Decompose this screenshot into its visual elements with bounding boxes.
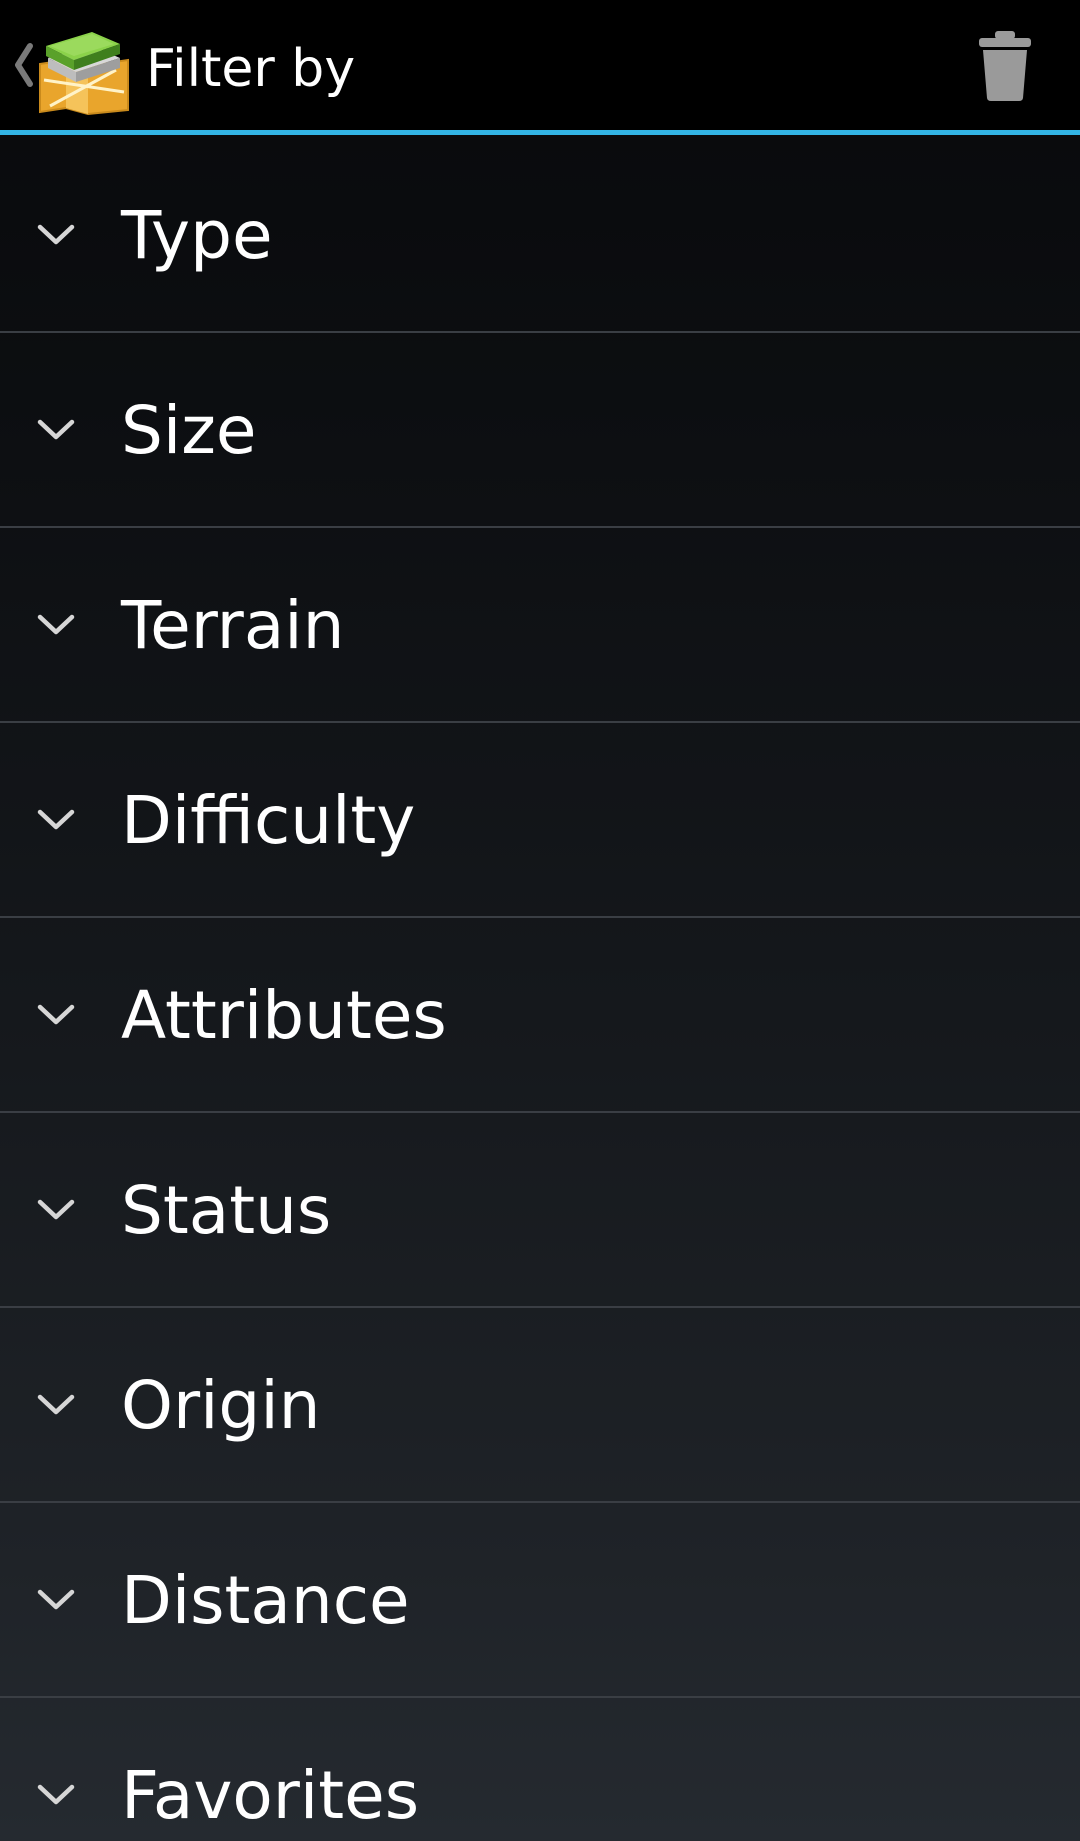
filter-item-attributes[interactable]: Attributes xyxy=(0,918,1080,1113)
filter-item-terrain[interactable]: Terrain xyxy=(0,528,1080,723)
up-button[interactable] xyxy=(0,0,135,135)
filter-item-label: Attributes xyxy=(121,977,447,1054)
action-bar: Filter by xyxy=(0,0,1080,135)
filter-item-favorites[interactable]: Favorites xyxy=(0,1698,1080,1841)
filter-item-label: Type xyxy=(121,197,273,274)
filter-item-label: Distance xyxy=(121,1562,410,1639)
filter-item-label: Status xyxy=(121,1172,332,1249)
filter-item-size[interactable]: Size xyxy=(0,333,1080,528)
chevron-down-icon xyxy=(37,809,75,830)
filter-item-distance[interactable]: Distance xyxy=(0,1503,1080,1698)
filter-item-label: Size xyxy=(121,392,257,469)
chevron-down-icon xyxy=(37,1589,75,1610)
page-title: Filter by xyxy=(146,39,356,99)
chevron-down-icon xyxy=(37,1394,75,1415)
geocache-map-app-icon xyxy=(39,32,129,116)
chevron-down-icon xyxy=(37,1004,75,1025)
filter-list: Type Size Terrain Difficulty Attributes … xyxy=(0,138,1080,1841)
filter-item-type[interactable]: Type xyxy=(0,138,1080,333)
filter-item-origin[interactable]: Origin xyxy=(0,1308,1080,1503)
filter-screen: Filter by Type Size Terrain Difficulty A… xyxy=(0,0,1080,1841)
back-caret-icon xyxy=(15,43,33,87)
filter-item-label: Difficulty xyxy=(121,782,416,859)
filter-item-label: Terrain xyxy=(121,587,345,664)
trash-icon xyxy=(979,31,1031,101)
filter-item-status[interactable]: Status xyxy=(0,1113,1080,1308)
filter-item-difficulty[interactable]: Difficulty xyxy=(0,723,1080,918)
filter-item-label: Origin xyxy=(121,1367,321,1444)
chevron-down-icon xyxy=(37,1199,75,1220)
delete-filters-button[interactable] xyxy=(930,0,1080,135)
chevron-down-icon xyxy=(37,614,75,635)
chevron-down-icon xyxy=(37,224,75,245)
chevron-down-icon xyxy=(37,419,75,440)
chevron-down-icon xyxy=(37,1784,75,1805)
filter-item-label: Favorites xyxy=(121,1757,420,1834)
